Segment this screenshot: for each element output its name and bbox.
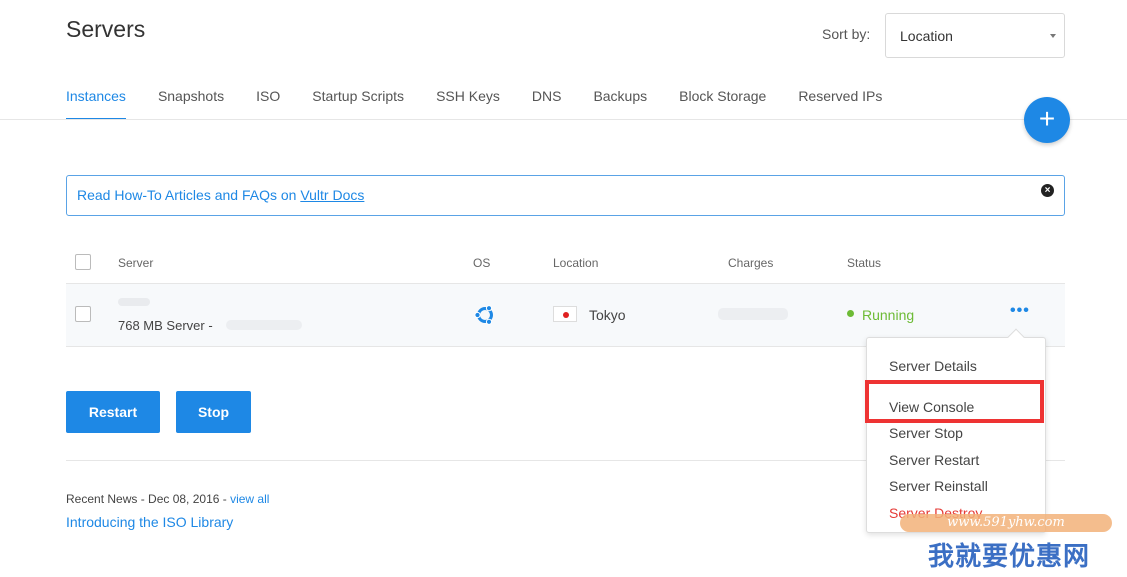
- caret-down-icon: [1050, 34, 1056, 38]
- sort-select[interactable]: Location: [885, 13, 1065, 58]
- recent-news: Recent News - Dec 08, 2016 - view all: [66, 492, 269, 506]
- more-options-icon[interactable]: •••: [1010, 302, 1030, 320]
- tab-reserved-ips[interactable]: Reserved IPs: [798, 88, 882, 120]
- server-spec: 768 MB Server -: [118, 318, 213, 333]
- tab-backups[interactable]: Backups: [593, 88, 647, 120]
- status-badge: Running: [862, 307, 915, 323]
- view-all-link[interactable]: view all: [230, 492, 269, 506]
- ubuntu-icon: [474, 305, 493, 325]
- tab-instances[interactable]: Instances: [66, 88, 126, 120]
- highlight-annotation: [865, 380, 1044, 423]
- charges-redacted: [718, 308, 788, 320]
- tab-startup-scripts[interactable]: Startup Scripts: [312, 88, 404, 120]
- tab-block-storage[interactable]: Block Storage: [679, 88, 766, 120]
- japan-flag-icon: [553, 306, 577, 322]
- menu-item-server-reinstall[interactable]: Server Reinstall: [889, 478, 988, 494]
- status-dot-icon: [847, 310, 854, 317]
- select-all-checkbox[interactable]: [75, 254, 91, 270]
- watermark-url: www.591yhw.com: [900, 514, 1112, 532]
- news-link[interactable]: Introducing the ISO Library: [66, 514, 233, 530]
- table-header: Server OS Location Charges Status: [66, 248, 1065, 284]
- menu-item-server-stop[interactable]: Server Stop: [889, 425, 963, 441]
- notice-text: Read How-To Articles and FAQs on: [77, 187, 301, 203]
- vultr-docs-link[interactable]: Vultr Docs: [300, 187, 364, 203]
- restart-button[interactable]: Restart: [66, 391, 160, 433]
- menu-item-server-restart[interactable]: Server Restart: [889, 452, 979, 468]
- sort-select-value: Location: [900, 28, 953, 44]
- tab-iso[interactable]: ISO: [256, 88, 280, 120]
- column-charges: Charges: [728, 256, 774, 270]
- docs-notice: Read How-To Articles and FAQs on Vultr D…: [66, 175, 1065, 216]
- column-location: Location: [553, 256, 599, 270]
- menu-item-server-details[interactable]: Server Details: [889, 358, 977, 374]
- server-name-redacted: [118, 298, 150, 306]
- stop-button[interactable]: Stop: [176, 391, 251, 433]
- recent-news-prefix: Recent News - Dec 08, 2016 -: [66, 492, 231, 506]
- server-actions-menu: Server Details View Console Server Stop …: [866, 328, 1046, 533]
- page-title: Servers: [66, 16, 146, 42]
- close-icon[interactable]: ×: [1041, 184, 1054, 197]
- tab-ssh-keys[interactable]: SSH Keys: [436, 88, 500, 120]
- tab-snapshots[interactable]: Snapshots: [158, 88, 224, 120]
- watermark-text: 我就要优惠网: [928, 541, 1091, 571]
- column-status: Status: [847, 256, 882, 270]
- add-server-button[interactable]: +: [1024, 97, 1070, 143]
- server-location: Tokyo: [589, 307, 626, 323]
- server-ip-redacted: [226, 320, 302, 330]
- sort-label: Sort by:: [822, 26, 871, 42]
- tab-dns[interactable]: DNS: [532, 88, 562, 120]
- column-os: OS: [473, 256, 491, 270]
- tabs-divider: [0, 119, 1127, 120]
- tab-bar: Instances Snapshots ISO Startup Scripts …: [66, 88, 914, 120]
- row-checkbox[interactable]: [75, 306, 91, 322]
- column-server: Server: [118, 256, 154, 270]
